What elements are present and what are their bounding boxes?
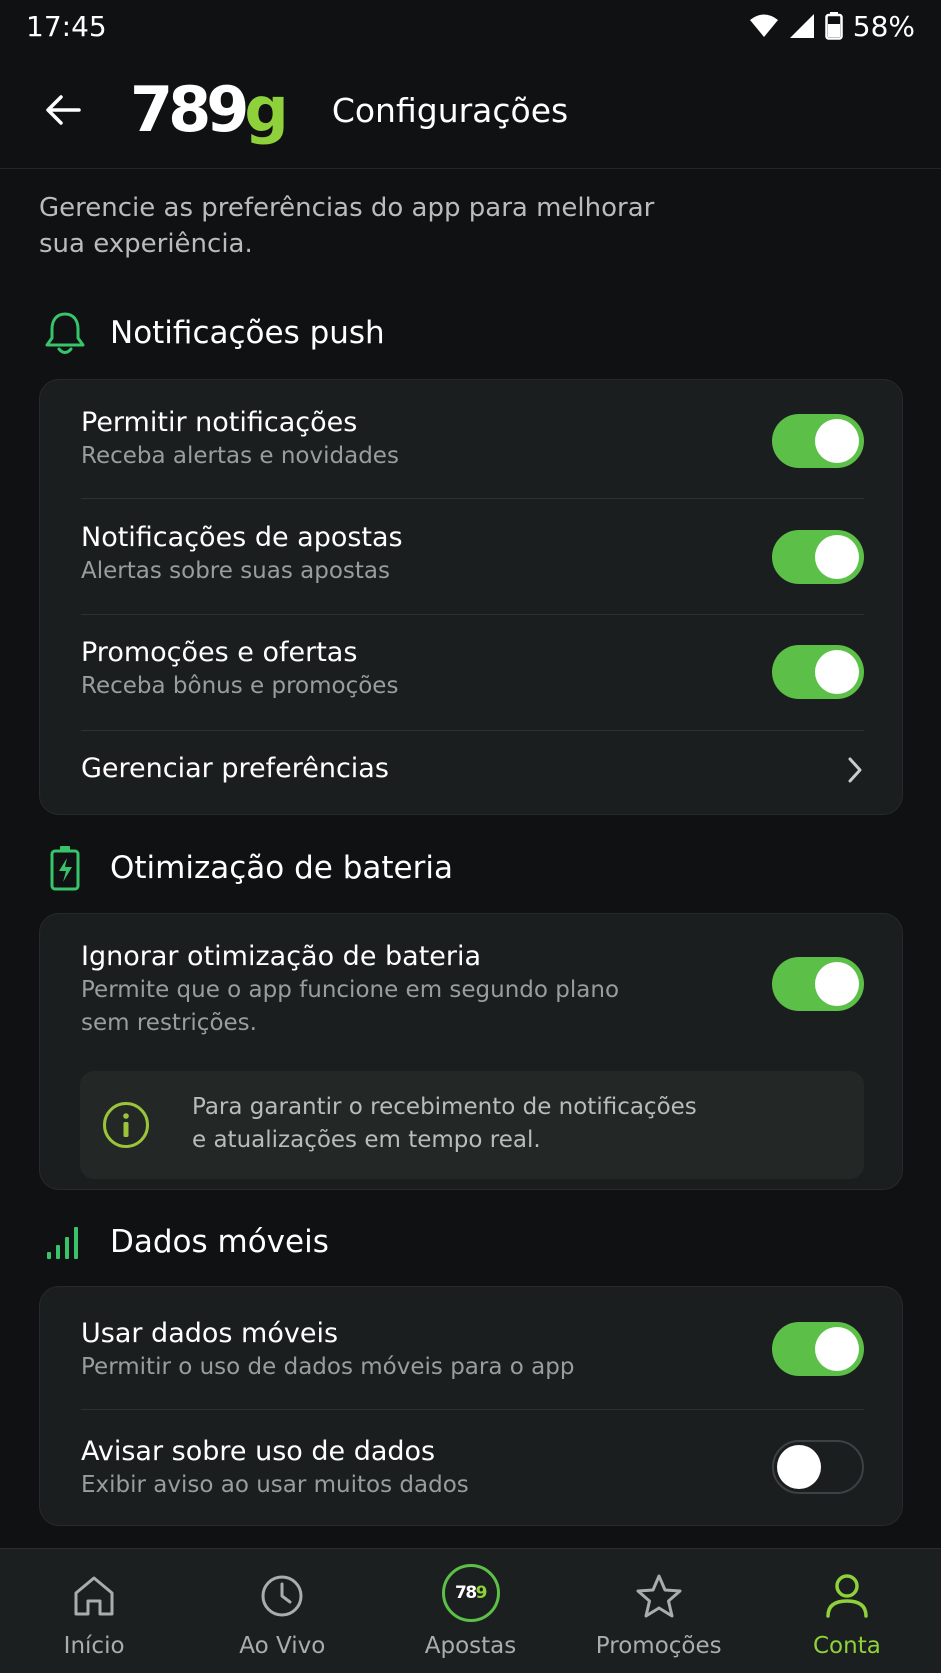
status-time: 17:45 bbox=[26, 9, 107, 43]
setting-title: Notificações de apostas bbox=[81, 522, 403, 553]
nav-item-inicio[interactable]: Início bbox=[0, 1549, 188, 1673]
toggle-allow-notifications[interactable] bbox=[772, 414, 864, 468]
toggle-bet-notifications[interactable] bbox=[772, 530, 864, 584]
chevron-right-icon bbox=[848, 757, 862, 783]
toggle-data-usage-warning[interactable] bbox=[772, 1440, 864, 1494]
setting-subtitle: Alertas sobre suas apostas bbox=[81, 558, 390, 584]
user-icon bbox=[824, 1571, 870, 1621]
section-title: Dados móveis bbox=[110, 1224, 329, 1260]
divider bbox=[81, 498, 864, 499]
info-icon bbox=[103, 1102, 149, 1148]
info-line-2: e atualizações em tempo real. bbox=[192, 1127, 541, 1153]
logo-number: 789 bbox=[130, 73, 249, 146]
page-title: Configurações bbox=[331, 90, 569, 130]
info-box: Para garantir o recebimento de notificaç… bbox=[80, 1071, 864, 1179]
setting-row-bet-notifications: Notificações de apostas Alertas sobre su… bbox=[81, 521, 864, 588]
setting-subtitle: Receba alertas e novidades bbox=[81, 443, 399, 469]
setting-title: Permitir notificações bbox=[81, 407, 358, 438]
status-icons: 58% bbox=[749, 10, 915, 43]
nav-label: Promoções bbox=[595, 1633, 722, 1659]
toggle-knob bbox=[815, 1327, 859, 1371]
toggle-knob bbox=[815, 962, 859, 1006]
nav-item-conta[interactable]: Conta bbox=[753, 1549, 941, 1673]
nav-label: Ao Vivo bbox=[239, 1633, 326, 1659]
nav-item-promocoes[interactable]: Promoções bbox=[565, 1549, 753, 1673]
toggle-promotions[interactable] bbox=[772, 645, 864, 699]
clock-icon bbox=[259, 1571, 305, 1621]
divider bbox=[81, 614, 864, 615]
apostas-logo-number: 78 bbox=[454, 1583, 477, 1603]
toggle-knob bbox=[815, 419, 859, 463]
battery-charging-icon bbox=[40, 843, 90, 893]
setting-title: Usar dados móveis bbox=[81, 1318, 339, 1349]
app-header: 789 g Configurações bbox=[0, 52, 941, 169]
signal-bars-icon bbox=[40, 1217, 90, 1267]
setting-title: Promoções e ofertas bbox=[81, 637, 358, 668]
info-message: Para garantir o recebimento de notificaç… bbox=[192, 1091, 712, 1157]
setting-subtitle: Permitir o uso de dados móveis para o ap… bbox=[81, 1354, 575, 1380]
section-title: Otimização de bateria bbox=[110, 850, 453, 886]
battery-icon bbox=[825, 12, 843, 40]
toggle-ignore-battery-optimization[interactable] bbox=[772, 957, 864, 1011]
apostas-logo-badge: 78 9 bbox=[441, 1564, 500, 1622]
setting-subtitle: Exibir aviso ao usar muitos dados bbox=[81, 1472, 469, 1498]
toggle-knob bbox=[815, 535, 859, 579]
setting-subtitle-line-1: Permite que o app funcione em segundo pl… bbox=[81, 977, 620, 1003]
nav-item-apostas[interactable]: 78 9 Apostas bbox=[376, 1549, 564, 1673]
manage-preferences-label: Gerenciar preferências bbox=[81, 753, 389, 784]
manage-preferences-row[interactable]: Gerenciar preferências bbox=[81, 752, 864, 802]
battery-percent: 58% bbox=[852, 9, 915, 43]
setting-row-promotions: Promoções e ofertas Receba bônus e promo… bbox=[81, 636, 864, 703]
toggle-knob bbox=[777, 1445, 821, 1489]
nav-label: Início bbox=[63, 1633, 125, 1659]
arrow-left-icon bbox=[46, 95, 81, 125]
bell-icon bbox=[40, 308, 90, 358]
divider bbox=[81, 1409, 864, 1410]
logo-letter: g bbox=[244, 73, 288, 146]
wifi-icon bbox=[749, 14, 778, 37]
logo-789g-icon: 78 9 bbox=[441, 1564, 500, 1622]
back-button[interactable] bbox=[28, 75, 98, 145]
setting-subtitle-line-2: sem restrições. bbox=[81, 1010, 257, 1036]
section-heading-push: Notificações push bbox=[40, 308, 385, 358]
setting-row-use-mobile-data: Usar dados móveis Permitir o uso de dado… bbox=[81, 1317, 864, 1384]
toggle-knob bbox=[815, 650, 859, 694]
bottom-navigation: Início Ao Vivo 78 9 Apostas Promoções Co… bbox=[0, 1548, 941, 1673]
nav-label: Conta bbox=[813, 1633, 881, 1659]
nav-label: Apostas bbox=[424, 1633, 517, 1659]
setting-title: Avisar sobre uso de dados bbox=[81, 1436, 436, 1467]
star-icon bbox=[635, 1571, 683, 1621]
intro-text: Gerencie as preferências do app para mel… bbox=[39, 193, 655, 259]
push-settings-card: Permitir notificações Receba alertas e n… bbox=[39, 379, 903, 815]
toggle-use-mobile-data[interactable] bbox=[772, 1322, 864, 1376]
setting-row-ignore-battery-optimization: Ignorar otimização de bateria Permite qu… bbox=[81, 940, 864, 1040]
home-icon bbox=[71, 1571, 117, 1621]
setting-row-allow-notifications: Permitir notificações Receba alertas e n… bbox=[81, 406, 864, 473]
status-bar: 17:45 58% bbox=[0, 0, 941, 52]
battery-settings-card: Ignorar otimização de bateria Permite qu… bbox=[39, 913, 903, 1190]
section-heading-mobile-data: Dados móveis bbox=[40, 1217, 329, 1267]
info-line-1: Para garantir o recebimento de notificaç… bbox=[192, 1094, 697, 1120]
apostas-logo-accent: 9 bbox=[475, 1583, 488, 1603]
setting-title: Ignorar otimização de bateria bbox=[81, 941, 482, 972]
mobile-data-settings-card: Usar dados móveis Permitir o uso de dado… bbox=[39, 1286, 903, 1526]
divider bbox=[81, 730, 864, 731]
section-title: Notificações push bbox=[110, 315, 385, 351]
setting-subtitle: Receba bônus e promoções bbox=[81, 673, 399, 699]
setting-row-data-usage-warning: Avisar sobre uso de dados Exibir aviso a… bbox=[81, 1435, 864, 1502]
brand-logo: 789 g bbox=[130, 73, 289, 146]
cellular-signal-icon bbox=[789, 14, 814, 38]
nav-item-ao-vivo[interactable]: Ao Vivo bbox=[188, 1549, 376, 1673]
section-heading-battery: Otimização de bateria bbox=[40, 843, 453, 893]
